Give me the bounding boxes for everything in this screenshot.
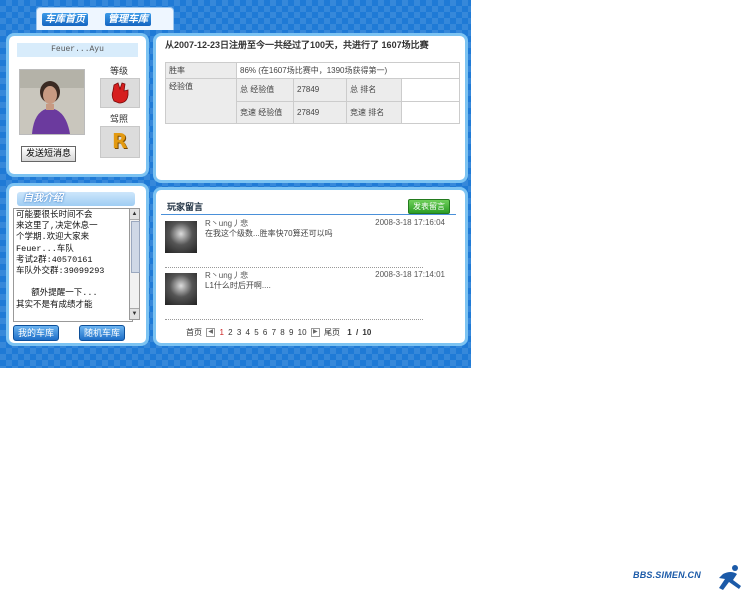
list-item: R丶ung丿悲 2008-3-18 17:14:01 L1什么时后开啊.... <box>165 270 457 316</box>
next-page-icon[interactable]: ▶ <box>310 328 320 338</box>
prev-page-icon[interactable]: ◀ <box>206 328 216 338</box>
pagination: 首页 ◀ 1 2 3 4 5 6 7 8 9 10 ▶ 尾页 1 / 10 <box>186 327 446 338</box>
level-label: 等级 <box>110 66 129 76</box>
first-page-link[interactable]: 首页 <box>186 328 202 337</box>
total-pages: 10 <box>362 328 372 337</box>
avatar <box>19 69 85 135</box>
send-message-button[interactable]: 发送短消息 <box>21 146 77 162</box>
total-rank-value <box>401 78 460 102</box>
exp-label: 经验值 <box>165 78 237 124</box>
total-exp-value: 27849 <box>293 78 347 102</box>
messages-panel: 玩家留言 发表留言 R丶ung丿悲 2008-3-18 17:16:04 在我这… <box>153 187 468 346</box>
win-rate-label: 胜率 <box>165 62 237 79</box>
avatar-photo <box>20 70 84 134</box>
messages-title: 玩家留言 <box>167 202 204 212</box>
stats-table: 胜率 86% (在1607场比赛中，1390场获得第一) 经验值 总 经验值 2… <box>165 62 460 124</box>
message-time: 2008-3-18 17:14:01 <box>375 270 445 279</box>
table-row: 经验值 总 经验值 27849 总 排名 <box>165 78 460 124</box>
random-garage-button[interactable]: 随机车库 <box>79 325 126 341</box>
intro-scrollbar[interactable]: ▲ ▼ <box>129 208 140 320</box>
scroll-up-icon[interactable]: ▲ <box>130 209 139 220</box>
list-item: R丶ung丿悲 2008-3-18 17:16:04 在我这个级数...胜率快7… <box>165 218 457 264</box>
divider <box>165 319 423 320</box>
current-page: 1 <box>347 328 352 337</box>
player-name: Feuer...Ayu <box>17 43 138 57</box>
messages-header: 玩家留言 发表留言 <box>161 198 456 215</box>
page-link[interactable]: 7 <box>272 328 276 337</box>
stats-headline: 从2007-12-23日注册至今一共经过了100天，共进行了 1607场比赛 <box>165 40 429 50</box>
tab-manage-garage[interactable]: 管理车库 <box>105 13 151 26</box>
message-time: 2008-3-18 17:16:04 <box>375 218 445 227</box>
page-link[interactable]: 3 <box>237 328 241 337</box>
win-rate-value: 86% (在1607场比赛中，1390场获得第一) <box>236 62 460 79</box>
tab-garage-home[interactable]: 车库首页 <box>42 13 88 26</box>
page-link[interactable]: 4 <box>246 328 250 337</box>
race-exp-value: 27849 <box>293 100 347 124</box>
intro-header: 自我介绍 <box>17 192 135 206</box>
race-rank-label: 竞速 排名 <box>346 100 402 124</box>
page-link[interactable]: 1 <box>219 328 223 337</box>
scroll-down-icon[interactable]: ▼ <box>130 308 139 319</box>
license-r-icon: R <box>112 129 128 153</box>
stats-panel: 从2007-12-23日注册至今一共经过了100天，共进行了 1607场比赛 胜… <box>153 33 468 183</box>
logo-text: BBS.SIMEN.CN <box>633 570 701 580</box>
intro-panel: 自我介绍 可能要很长时间不会 来这里了,决定休息一 个学期.欢迎大家来 Feue… <box>6 183 149 346</box>
divider <box>165 267 423 268</box>
page-link[interactable]: 10 <box>298 328 307 337</box>
top-nav: 车库首页 管理车库 <box>0 5 471 30</box>
intro-textarea[interactable]: 可能要很长时间不会 来这里了,决定休息一 个学期.欢迎大家来 Feuer...车… <box>13 208 133 322</box>
post-message-button[interactable]: 发表留言 <box>408 199 450 214</box>
table-row: 胜率 86% (在1607场比赛中，1390场获得第一) <box>165 62 460 79</box>
license-label: 驾照 <box>110 114 129 124</box>
license-badge: R <box>100 126 140 158</box>
total-exp-label: 总 经验值 <box>236 78 294 102</box>
page-link[interactable]: 5 <box>254 328 258 337</box>
runner-icon <box>719 565 741 590</box>
race-rank-value <box>401 100 460 124</box>
profile-panel: Feuer...Ayu 等级 驾照 R 发送短消息 <box>6 33 149 177</box>
glove-icon <box>111 82 129 104</box>
avatar[interactable] <box>165 221 197 253</box>
scroll-thumb[interactable] <box>131 221 140 273</box>
message-text: L1什么时后开啊.... <box>205 281 271 290</box>
page-separator: / <box>355 328 359 337</box>
page-link[interactable]: 8 <box>280 328 284 337</box>
total-rank-label: 总 排名 <box>346 78 402 102</box>
my-garage-button[interactable]: 我的车库 <box>13 325 60 341</box>
page-link[interactable]: 6 <box>263 328 267 337</box>
avatar[interactable] <box>165 273 197 305</box>
message-text: 在我这个级数...胜率快70算还可以吗 <box>205 229 333 238</box>
level-badge <box>100 78 140 108</box>
tab-strip: 车库首页 管理车库 <box>36 7 174 30</box>
page-link[interactable]: 2 <box>228 328 232 337</box>
page-link[interactable]: 9 <box>289 328 293 337</box>
last-page-link[interactable]: 尾页 <box>324 328 340 337</box>
garage-frame: 车库首页 管理车库 Feuer...Ayu 等级 驾照 R 发送短消息 从200… <box>0 0 471 368</box>
race-exp-label: 竞速 经验值 <box>236 100 294 124</box>
site-logo: BBS.SIMEN.CN <box>633 564 745 594</box>
intro-title: 自我介绍 <box>23 193 63 204</box>
